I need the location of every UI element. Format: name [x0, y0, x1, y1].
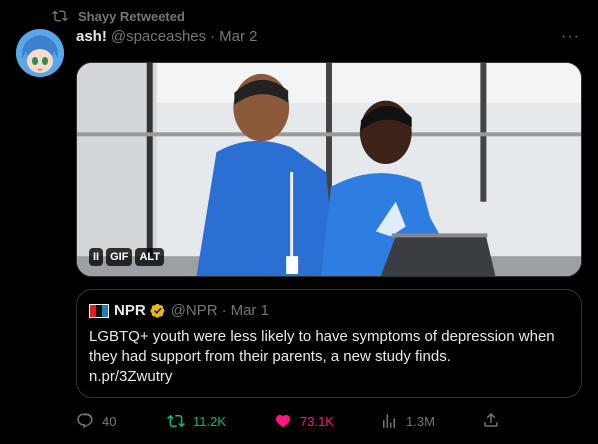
author-name[interactable]: ash! [76, 28, 107, 45]
tweet-header: ash! @spaceashes · Mar 2 ··· [76, 28, 582, 45]
tweet-actions: 40 11.2K 73.1K 1.3M [76, 412, 506, 432]
quote-author-handle[interactable]: @NPR [171, 302, 218, 319]
views-chart-icon [383, 414, 395, 428]
quote-date[interactable]: Mar 1 [231, 302, 269, 319]
media-badges: II GIF ALT [89, 248, 165, 266]
separator: · [210, 28, 216, 45]
retweet-label[interactable]: Shayy Retweeted [78, 9, 185, 24]
like-button[interactable]: 73.1K [274, 412, 334, 430]
reply-count: 40 [102, 413, 117, 429]
gif-image [77, 63, 581, 276]
views-button[interactable]: 1.3M [380, 412, 435, 430]
views-count: 1.3M [406, 413, 435, 429]
retweet-button[interactable]: 11.2K [167, 412, 226, 430]
author-handle[interactable]: @spaceashes [111, 28, 206, 45]
more-options-button[interactable]: ··· [561, 28, 580, 46]
quote-header: NPR @NPR · Mar 1 [89, 302, 569, 319]
gif-media[interactable]: II GIF ALT [76, 62, 582, 277]
retweet-icon [167, 414, 185, 428]
share-icon[interactable] [482, 411, 500, 429]
reply-button[interactable]: 40 [76, 412, 116, 430]
quoted-tweet[interactable]: NPR @NPR · Mar 1 LGBTQ+ youth were less … [76, 289, 582, 398]
quote-link[interactable]: n.pr/3Zwutry [89, 368, 172, 385]
reply-icon [77, 413, 93, 429]
avatar[interactable] [16, 29, 64, 77]
heart-icon [275, 414, 291, 428]
retweet-count: 11.2K [193, 413, 227, 429]
alt-text-button[interactable]: ALT [135, 248, 165, 266]
retweet-context: Shayy Retweeted [52, 8, 185, 24]
gif-badge: GIF [106, 248, 133, 266]
tweet-date[interactable]: Mar 2 [219, 28, 257, 45]
npr-logo[interactable] [89, 303, 109, 318]
verified-badge-icon [150, 303, 165, 318]
quote-body: LGBTQ+ youth were less likely to have sy… [89, 327, 569, 387]
pause-button[interactable]: II [89, 248, 104, 266]
quote-text: LGBTQ+ youth were less likely to have sy… [89, 328, 555, 365]
retweet-icon [52, 10, 68, 22]
like-count: 73.1K [300, 413, 334, 429]
quote-author-name[interactable]: NPR [114, 302, 146, 319]
separator: · [221, 302, 227, 319]
